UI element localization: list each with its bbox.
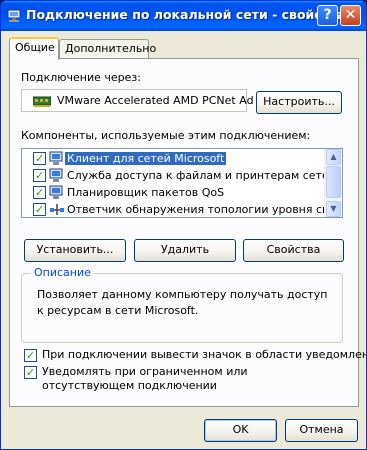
components-label: Компоненты, используемые этим подключени… [21,129,311,142]
show-icon-checkbox[interactable]: ✓ [24,349,37,362]
scroll-thumb[interactable] [326,166,341,198]
notify-limited-label[interactable]: Уведомлять при ограниченном или отсутств… [42,365,342,393]
component-label: Клиент для сетей Microsoft [63,151,228,166]
window-title: Подключение по локальной сети - свойства [26,7,346,22]
title-bar[interactable]: Подключение по локальной сети - свойства… [1,1,366,31]
install-button[interactable]: Установить... [24,239,126,262]
properties-button[interactable]: Свойства [243,239,344,262]
adapter-name: VMware Accelerated AMD PCNet Ad [57,94,254,107]
components-scrollbar[interactable]: ▲ ▼ [324,149,342,217]
network-service-icon [49,185,63,199]
adapter-field: VMware Accelerated AMD PCNet Ad [21,89,254,112]
list-item[interactable]: ✓ Планировщик пакетов QoS [22,184,327,201]
component-checkbox[interactable]: ✓ [33,203,46,216]
help-button[interactable]: ? [317,5,338,26]
network-service-icon [49,168,63,182]
component-label: Планировщик пакетов QoS [67,186,225,199]
uninstall-button[interactable]: Удалить [134,239,236,262]
component-label: Служба доступа к файлам и принтерам сете… [67,169,343,182]
component-label: Ответчик обнаружения топологии уровня св… [67,203,343,216]
scroll-up-icon[interactable]: ▲ [326,149,341,165]
close-button[interactable]: ✕ [340,5,361,26]
description-legend: Описание [31,266,94,279]
component-checkbox[interactable]: ✓ [33,186,46,199]
protocol-icon [50,204,64,215]
properties-dialog: Подключение по локальной сети - свойства… [0,0,367,450]
list-item[interactable]: ✓ Ответчик обнаружения топологии уровня … [22,201,342,217]
show-icon-label[interactable]: При подключении вывести значок в области… [42,348,367,362]
cancel-button[interactable]: Отмена [285,419,358,442]
description-text: Позволяет данному компьютеру получать до… [37,288,328,317]
network-connection-icon [7,9,21,22]
component-checkbox[interactable]: ✓ [33,152,46,165]
ok-button[interactable]: OK [204,419,277,442]
list-item[interactable]: ✓ Служба доступа к файлам и принтерам се… [22,167,342,184]
connect-via-label: Подключение через: [21,71,141,84]
list-item[interactable]: ✓ Клиент для сетей Microsoft [22,150,327,167]
component-checkbox[interactable]: ✓ [33,169,46,182]
notify-limited-checkbox[interactable]: ✓ [24,366,37,379]
tab-advanced[interactable]: Дополнительно [59,39,156,59]
network-adapter-icon [33,96,51,107]
components-list[interactable]: ✓ Клиент для сетей Microsoft ✓ Служба до… [21,148,343,218]
scroll-down-icon[interactable]: ▼ [326,201,341,217]
configure-button[interactable]: Настроить... [256,91,342,114]
tab-general[interactable]: Общие [9,37,59,60]
network-client-icon [49,151,63,165]
